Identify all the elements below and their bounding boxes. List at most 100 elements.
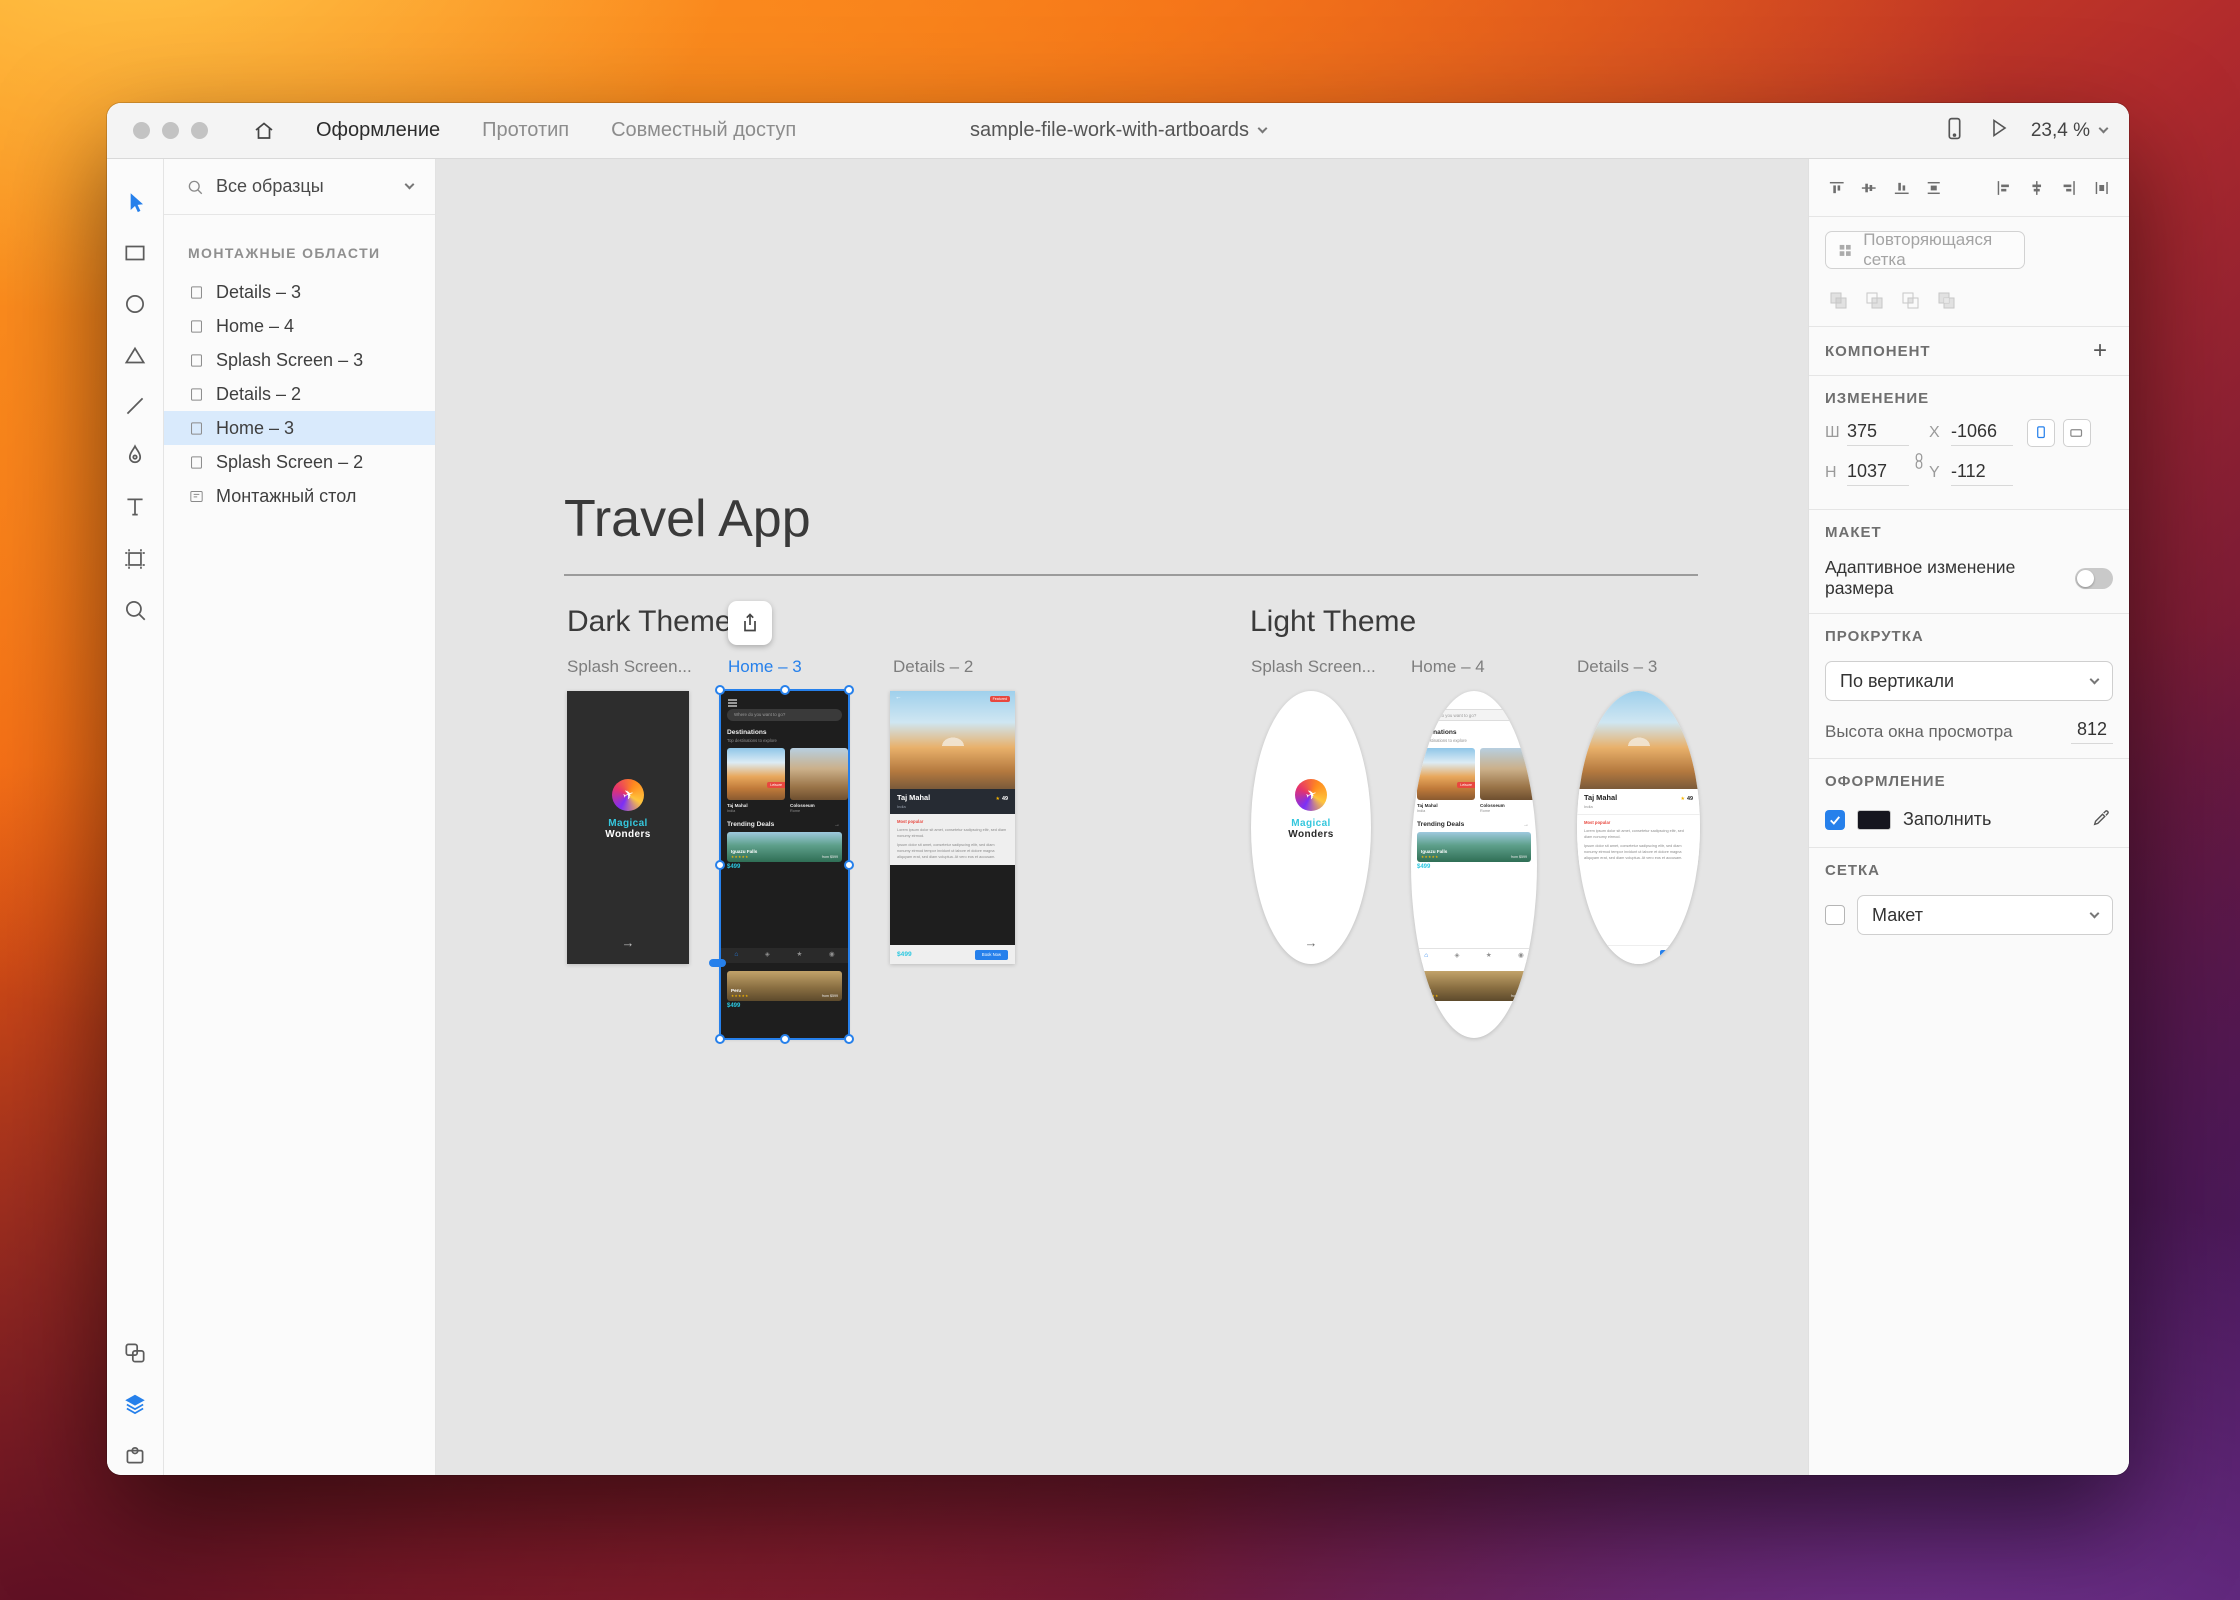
x-input[interactable]: -1066 <box>1951 421 2013 446</box>
artboard-list-item[interactable]: Details – 3 <box>164 275 435 309</box>
align-bottom-icon[interactable] <box>1894 178 1909 198</box>
viewport-height-handle[interactable] <box>709 959 726 967</box>
viewport-height-input[interactable]: 812 <box>2071 719 2113 744</box>
scroll-mode-select[interactable]: По вертикали <box>1825 661 2113 701</box>
artboard-home-light[interactable]: Where do you want to go? Destinations To… <box>1411 691 1537 1038</box>
align-left-icon[interactable] <box>1996 178 2011 198</box>
artboard-home-dark[interactable]: Where do you want to go? Destinations To… <box>721 691 848 1038</box>
tab-prototype[interactable]: Прототип <box>482 119 569 142</box>
fill-label: Заполнить <box>1903 809 2079 830</box>
align-center-icon[interactable] <box>2029 178 2044 198</box>
line-tool-icon[interactable] <box>122 393 148 419</box>
select-tool-icon[interactable] <box>122 190 148 216</box>
tab-design[interactable]: Оформление <box>316 119 440 142</box>
grid-section-title: СЕТКА <box>1825 862 2113 879</box>
distribute-horizontal-icon[interactable] <box>2094 178 2109 198</box>
lock-aspect-icon[interactable] <box>1909 451 1929 476</box>
document-title[interactable]: sample-file-work-with-artboards <box>970 119 1266 142</box>
artboard-splash-dark[interactable]: ✈ Magical Wonders → <box>567 691 689 964</box>
rectangle-tool-icon[interactable] <box>122 240 148 266</box>
tab-share[interactable]: Совместный доступ <box>611 119 796 142</box>
landscape-orientation-button[interactable] <box>2063 419 2091 447</box>
artboard-label-splash-dark[interactable]: Splash Screen... <box>567 657 692 677</box>
artboard-label-home3[interactable]: Home – 3 <box>728 657 802 677</box>
eyedropper-icon[interactable] <box>2091 806 2113 833</box>
artboard-tool-icon[interactable] <box>122 546 148 572</box>
minimize-button[interactable] <box>162 122 179 139</box>
boolean-intersect-icon[interactable] <box>1901 291 1920 310</box>
deal-card: Peru ★★★★★ from $599 $499 <box>1417 971 1531 1009</box>
artboard-item-label: Home – 3 <box>216 418 294 439</box>
y-input[interactable]: -112 <box>1951 461 2013 486</box>
artboard-label-splash-light[interactable]: Splash Screen... <box>1251 657 1376 677</box>
align-middle-icon[interactable] <box>1861 178 1876 198</box>
boolean-ops-toolbar <box>1809 279 2129 326</box>
close-button[interactable] <box>133 122 150 139</box>
design-canvas[interactable]: Travel App Dark Theme Light Theme Splash… <box>436 159 1808 1475</box>
artboard-label-details2[interactable]: Details – 2 <box>893 657 973 677</box>
text-tool-icon[interactable] <box>122 494 148 520</box>
distribute-vertical-icon[interactable] <box>1926 178 1941 198</box>
canvas-divider-line[interactable] <box>564 574 1698 576</box>
pen-tool-icon[interactable] <box>122 443 148 469</box>
brand-logo: ✈ <box>612 779 644 811</box>
polygon-tool-icon[interactable] <box>122 343 148 369</box>
artboard-list-item-selected[interactable]: Home – 3 <box>164 411 435 445</box>
artboard-label-details3[interactable]: Details – 3 <box>1577 657 1657 677</box>
layers-search[interactable]: Все образцы <box>164 159 435 215</box>
pasteboard-item-label: Монтажный стол <box>216 486 356 507</box>
share-export-button[interactable] <box>728 601 772 645</box>
artboard-label-home4[interactable]: Home – 4 <box>1411 657 1485 677</box>
zoom-tool-icon[interactable] <box>122 597 148 623</box>
boolean-exclude-icon[interactable] <box>1937 291 1956 310</box>
artboard-details-dark[interactable]: ← Featured Taj Mahal ★ 49 India Most pop… <box>890 691 1015 964</box>
grid-mode-select[interactable]: Макет <box>1857 895 2113 935</box>
portrait-orientation-button[interactable] <box>2027 419 2055 447</box>
scroll-section-title: ПРОКРУТКА <box>1825 628 2113 645</box>
zoom-control[interactable]: 23,4 % <box>2031 120 2107 142</box>
dark-theme-heading[interactable]: Dark Theme <box>567 605 732 639</box>
responsive-resize-toggle[interactable] <box>2075 568 2113 589</box>
device-preview-icon[interactable] <box>1942 116 1967 146</box>
destination-cards: Leisure Taj MahalIndia ColosseumRome <box>727 748 842 813</box>
pasteboard-list-item[interactable]: Монтажный стол <box>164 479 435 513</box>
layers-search-label: Все образцы <box>216 176 394 197</box>
viewport-height-label: Высота окна просмотра <box>1825 722 2013 742</box>
canvas-title-text[interactable]: Travel App <box>564 489 811 549</box>
light-theme-heading[interactable]: Light Theme <box>1250 605 1416 639</box>
nav-favorites-icon: ★ <box>1486 953 1492 960</box>
grid-checkbox[interactable] <box>1825 905 1845 925</box>
destination-card: ColosseumRome <box>790 748 848 813</box>
layers-icon[interactable] <box>122 1391 148 1417</box>
plugins-icon[interactable] <box>122 1442 148 1468</box>
artboards-section-title: МОНТАЖНЫЕ ОБЛАСТИ <box>188 245 435 261</box>
play-preview-icon[interactable] <box>1987 116 2011 145</box>
libraries-icon[interactable] <box>122 1340 148 1366</box>
ellipse-tool-icon[interactable] <box>122 291 148 317</box>
width-input[interactable]: 375 <box>1847 421 1909 446</box>
fill-color-swatch[interactable] <box>1857 810 1891 830</box>
artboard-list-item[interactable]: Splash Screen – 3 <box>164 343 435 377</box>
artboard-splash-light[interactable]: ✈ Magical Wonders → <box>1251 691 1371 964</box>
deal-card: Iguazu Falls ★★★★★ from $599 $499 <box>1417 832 1531 870</box>
artboard-icon <box>188 454 205 471</box>
artboard-icon <box>188 284 205 301</box>
align-top-icon[interactable] <box>1829 178 1844 198</box>
add-component-button[interactable]: + <box>2093 341 2107 361</box>
home-icon[interactable] <box>252 119 276 143</box>
align-right-icon[interactable] <box>2061 178 2076 198</box>
traffic-lights <box>133 122 208 139</box>
place-title: Taj Mahal <box>897 793 996 802</box>
boolean-subtract-icon[interactable] <box>1865 291 1884 310</box>
artboard-list-item[interactable]: Home – 4 <box>164 309 435 343</box>
zoom-window-button[interactable] <box>191 122 208 139</box>
fill-checkbox[interactable] <box>1825 810 1845 830</box>
price-label: $499 <box>897 951 912 958</box>
repeat-grid-button[interactable]: Повторяющаяся сетка <box>1825 231 2025 269</box>
artboard-details-light[interactable]: ← Featured Taj Mahal ★ 49 India Most pop… <box>1577 691 1700 964</box>
artboard-list-item[interactable]: Details – 2 <box>164 377 435 411</box>
artboard-list-item[interactable]: Splash Screen – 2 <box>164 445 435 479</box>
rating-value: 49 <box>1002 796 1008 802</box>
boolean-add-icon[interactable] <box>1829 291 1848 310</box>
height-input[interactable]: 1037 <box>1847 461 1909 486</box>
